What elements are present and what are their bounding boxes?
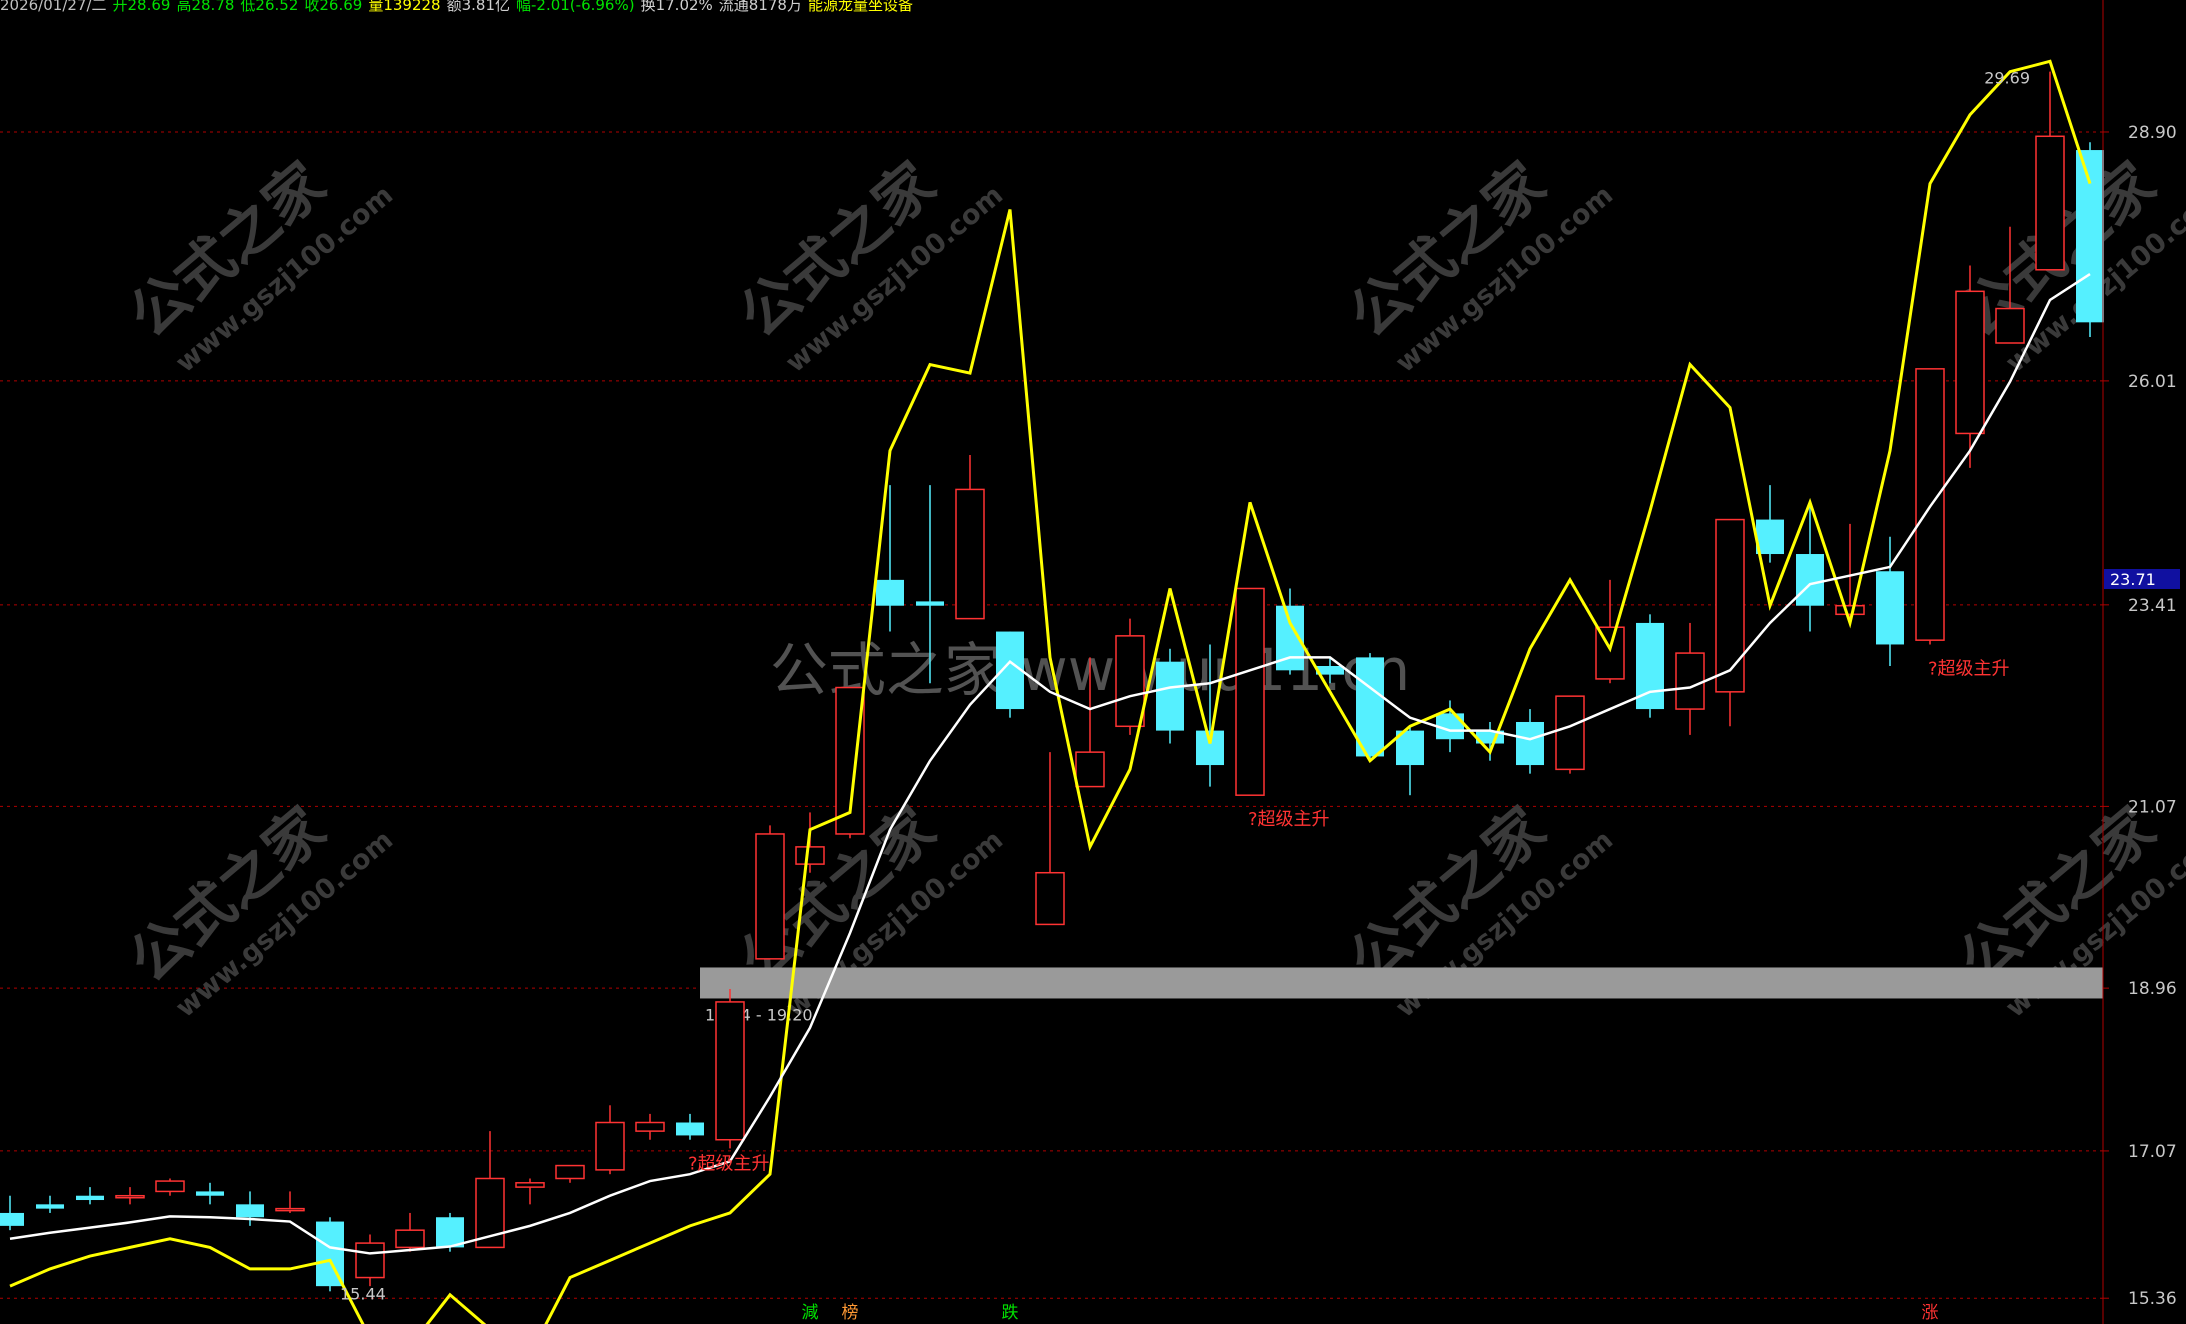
bottom-marker: 榜 xyxy=(842,1303,859,1323)
min-price-label: 15.44 xyxy=(340,1284,386,1303)
candle-down xyxy=(0,1212,24,1226)
quote-open: 开28.69 xyxy=(112,0,171,14)
candle-down xyxy=(676,1122,704,1136)
candle-down xyxy=(196,1191,224,1196)
candle-up xyxy=(1715,518,1745,693)
quote-change: 幅-2.01(-6.96%) xyxy=(516,0,635,14)
candlestick-chart[interactable]: 公式之家www.gszj100.com 公式之家www.gszj100.com 公式… xyxy=(0,0,2186,1324)
candle-up xyxy=(755,833,785,960)
candle-down xyxy=(76,1195,104,1201)
candle-up xyxy=(1235,587,1265,796)
candle-up xyxy=(1915,368,1945,641)
watermark-tiles: 公式之家www.gszj100.com 公式之家www.gszj100.com 公式… xyxy=(116,149,2186,1024)
candle-up xyxy=(115,1194,145,1199)
candle-down xyxy=(1796,554,1824,606)
candle-down xyxy=(236,1204,264,1218)
candle-up xyxy=(275,1207,305,1212)
tick-label: 23.41 xyxy=(2128,596,2177,616)
quote-turnover: 换17.02% xyxy=(640,0,713,14)
quote-amount: 额3.81亿 xyxy=(446,0,510,14)
signal-label: ?超级主升 xyxy=(688,1154,770,1175)
quote-header: 2026/01/27/二 开28.69 高28.78 低26.52 收26.69 量139… xyxy=(0,0,919,16)
candle-up xyxy=(595,1121,625,1171)
candle-up xyxy=(1675,652,1705,710)
signal-label: ?超级主升 xyxy=(1248,809,1330,830)
quote-close: 收26.69 xyxy=(304,0,363,14)
candle-up xyxy=(2035,135,2065,271)
candle-up xyxy=(395,1229,425,1249)
watermark-tile: 公式之家www.gszj100.com xyxy=(726,149,1009,379)
candle-up xyxy=(1835,604,1865,616)
candle-up xyxy=(1075,751,1105,788)
candle-up xyxy=(1035,871,1065,926)
candle-up xyxy=(955,488,985,620)
candle-up xyxy=(795,846,825,865)
candle-down xyxy=(1756,519,1784,555)
signal-label: ?超级主升 xyxy=(1928,658,2010,679)
bottom-markers: 減榜跌涨 xyxy=(802,1303,1939,1323)
tick-label: 15.36 xyxy=(2128,1289,2177,1309)
candle-down xyxy=(916,601,944,606)
quote-low: 低26.52 xyxy=(240,0,299,14)
candle-up xyxy=(1995,307,2025,344)
candle-up xyxy=(1115,635,1145,728)
bottom-marker: 減 xyxy=(802,1303,819,1323)
quote-date: 2026/01/27/二 xyxy=(0,0,107,14)
support-band-rect xyxy=(700,967,2103,999)
bottom-marker: 涨 xyxy=(1922,1303,1939,1323)
watermark-tile: 公式之家www.gszj100.com xyxy=(116,794,399,1024)
max-price-label: 29.69 xyxy=(1984,69,2030,88)
quote-high: 高28.78 xyxy=(176,0,235,14)
price-gridlines xyxy=(0,131,2103,1299)
quote-indicator: 能源龙量坐设备 xyxy=(807,0,913,14)
candle-down xyxy=(1156,661,1184,731)
watermark-tile: 公式之家www.gszj100.com xyxy=(1336,149,1619,379)
candle-down xyxy=(1516,721,1544,766)
candle-up xyxy=(355,1242,385,1279)
current-price-value: 23.71 xyxy=(2110,570,2156,589)
tick-label: 26.01 xyxy=(2128,372,2177,392)
candle-up xyxy=(635,1121,665,1132)
support-band: 18.84 - 19.20 xyxy=(700,967,2103,1024)
candle-down xyxy=(36,1204,64,1209)
candle-up xyxy=(1595,626,1625,680)
candle-up xyxy=(515,1182,545,1188)
quote-volume: 量139228 xyxy=(368,0,441,14)
current-price-tag: 23.71 xyxy=(2104,569,2180,590)
candle-down xyxy=(876,579,904,606)
tick-label: 17.07 xyxy=(2128,1142,2177,1162)
tick-label: 18.96 xyxy=(2128,979,2177,999)
candle-up xyxy=(155,1180,185,1193)
candle-up xyxy=(715,1001,745,1141)
candle-up xyxy=(555,1164,585,1180)
tick-label: 28.90 xyxy=(2128,123,2177,143)
watermark-tile: 公式之家www.gszj100.com xyxy=(116,149,399,379)
candle-down xyxy=(2076,150,2104,323)
bottom-marker: 跌 xyxy=(1002,1303,1019,1323)
quote-float: 流通8178万 xyxy=(718,0,802,14)
candle-up xyxy=(1955,290,1985,435)
candle-down xyxy=(1876,571,1904,645)
candle-up xyxy=(1555,695,1585,771)
tick-label: 21.07 xyxy=(2128,797,2177,817)
